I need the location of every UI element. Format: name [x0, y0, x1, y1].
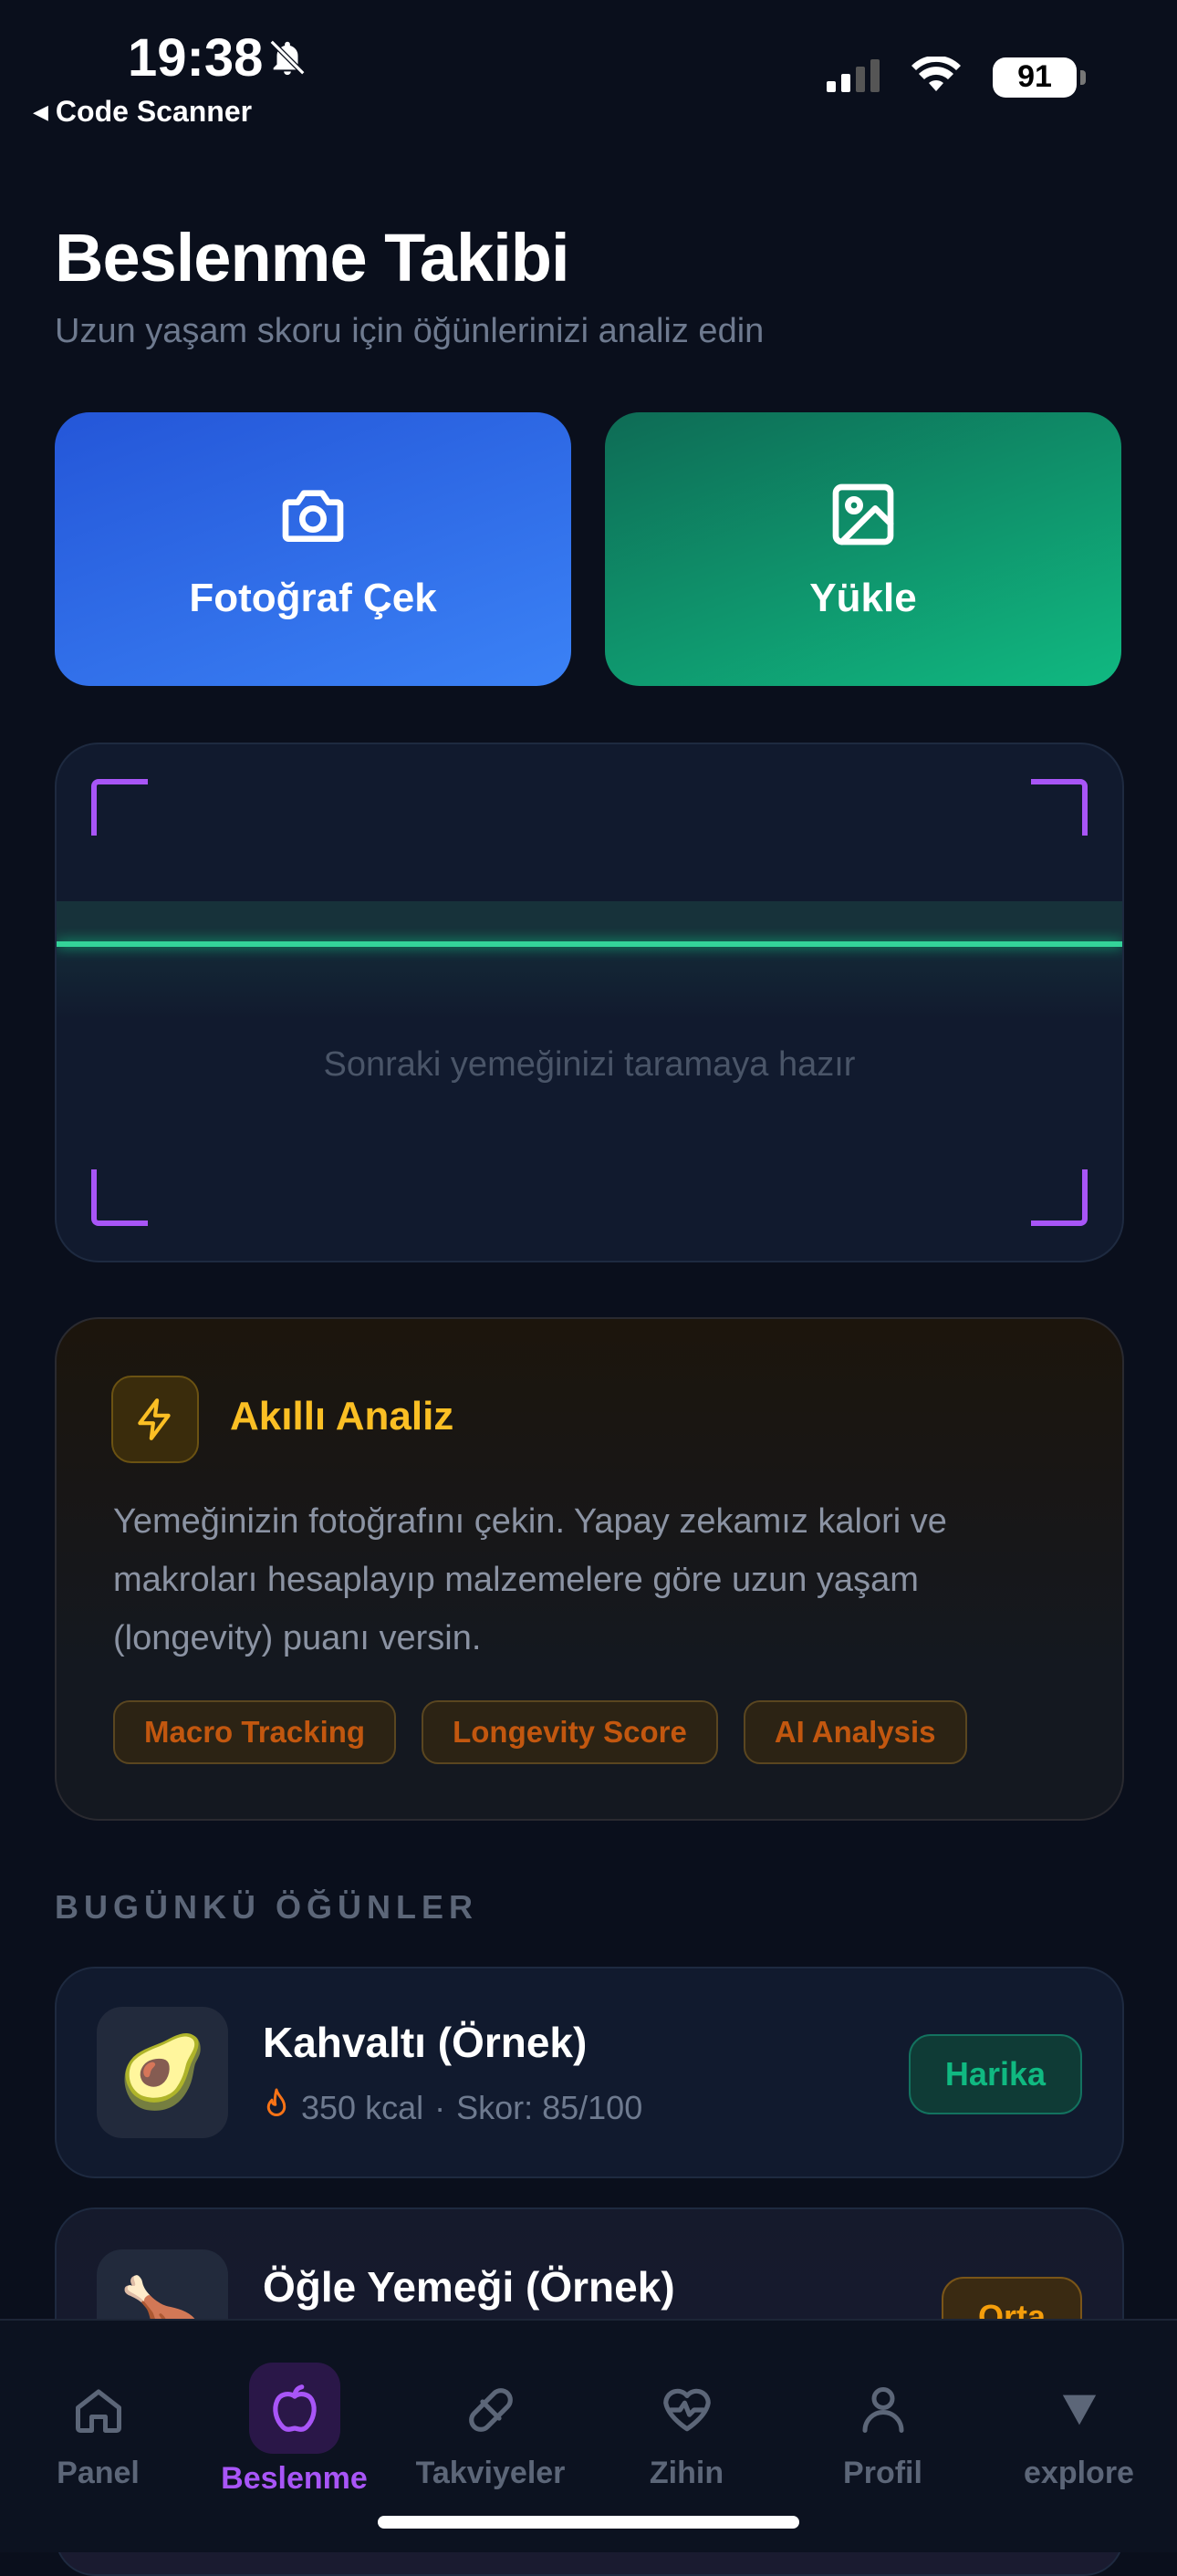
- tab-label: explore: [1024, 2456, 1134, 2490]
- back-app-label: Code Scanner: [55, 95, 253, 128]
- meal-calories: 350 kcal: [301, 2088, 424, 2126]
- upload-label: Yükle: [809, 575, 917, 620]
- silent-bell-icon: [266, 36, 308, 83]
- tab-profil[interactable]: Profil: [785, 2321, 981, 2521]
- meal-name: Kahvaltı (Örnek): [263, 2019, 588, 2066]
- meal-rating-badge: Harika: [908, 2034, 1082, 2114]
- meta-separator: ·: [434, 2088, 446, 2126]
- tag-longevity-score: Longevity Score: [422, 1700, 718, 1764]
- cellular-signal-icon: [827, 57, 880, 97]
- triangle-down-icon: [1034, 2372, 1125, 2448]
- battery-indicator: 91: [993, 57, 1086, 98]
- tab-panel[interactable]: Panel: [0, 2321, 196, 2521]
- meal-name: Öğle Yemeği (Örnek): [263, 2263, 675, 2311]
- meal-score: Skor: 85/100: [456, 2088, 643, 2126]
- meal-card-breakfast[interactable]: 🥑 Kahvaltı (Örnek) 350 kcal · Skor: 85/1…: [55, 1967, 1124, 2178]
- take-photo-label: Fotoğraf Çek: [189, 575, 437, 620]
- avocado-icon: 🥑: [97, 2007, 228, 2138]
- image-icon: [827, 478, 900, 556]
- scanner-corner-bottom-left: [91, 1169, 148, 1226]
- meal-meta: 350 kcal · Skor: 85/100: [263, 2087, 642, 2128]
- camera-icon: [276, 478, 349, 556]
- scan-band: [57, 901, 1122, 945]
- status-time: 19:38: [128, 28, 264, 88]
- tab-label: Panel: [57, 2456, 140, 2490]
- tag-macro-tracking: Macro Tracking: [113, 1700, 397, 1764]
- todays-meals-heading: BUGÜNKÜ ÖĞÜNLER: [55, 1888, 478, 1926]
- tab-label: Takviyeler: [415, 2456, 566, 2490]
- page-subtitle: Uzun yaşam skoru için öğünlerinizi anali…: [55, 312, 765, 350]
- scanner-corner-top-right: [1031, 779, 1088, 836]
- home-icon: [53, 2372, 144, 2448]
- tab-beslenme[interactable]: Beslenme: [196, 2321, 392, 2521]
- back-arrow-icon: ◀: [33, 99, 48, 123]
- tab-label: Beslenme: [221, 2461, 368, 2496]
- take-photo-button[interactable]: Fotoğraf Çek: [55, 412, 571, 686]
- heart-pulse-icon: [641, 2372, 733, 2448]
- back-to-app-link[interactable]: ◀ Code Scanner: [33, 95, 252, 129]
- tab-zihin[interactable]: Zihin: [588, 2321, 785, 2521]
- tab-label: Zihin: [649, 2456, 724, 2490]
- user-icon: [838, 2372, 929, 2448]
- lightning-icon: [111, 1376, 199, 1463]
- scan-glow: [57, 947, 1122, 1020]
- status-indicators: 91: [827, 55, 1086, 98]
- apple-icon: [248, 2363, 340, 2454]
- scanner-corner-top-left: [91, 779, 148, 836]
- tab-label: Profil: [843, 2456, 922, 2490]
- tab-explore[interactable]: explore: [981, 2321, 1177, 2521]
- smart-analysis-title: Akıllı Analiz: [230, 1394, 454, 1439]
- tag-ai-analysis: AI Analysis: [743, 1700, 967, 1764]
- flame-icon: [263, 2087, 290, 2128]
- feature-tags: Macro Tracking Longevity Score AI Analys…: [113, 1700, 967, 1764]
- smart-analysis-description: Yemeğinizin fotoğrafını çekin. Yapay zek…: [113, 1502, 947, 1657]
- scanner-corner-bottom-right: [1031, 1169, 1088, 1226]
- scanner-status-text: Sonraki yemeğinizi taramaya hazır: [323, 1045, 856, 1084]
- pill-icon: [445, 2372, 536, 2448]
- home-indicator[interactable]: [378, 2516, 799, 2529]
- wifi-icon: [911, 55, 962, 98]
- smart-analysis-card: Akıllı Analiz Yemeğinizin fotoğrafını çe…: [55, 1317, 1124, 1821]
- upload-button[interactable]: Yükle: [605, 412, 1121, 686]
- page-title: Beslenme Takibi: [55, 220, 570, 296]
- scanner-viewport[interactable]: Sonraki yemeğinizi taramaya hazır: [55, 743, 1124, 1262]
- tab-takviyeler[interactable]: Takviyeler: [392, 2321, 588, 2521]
